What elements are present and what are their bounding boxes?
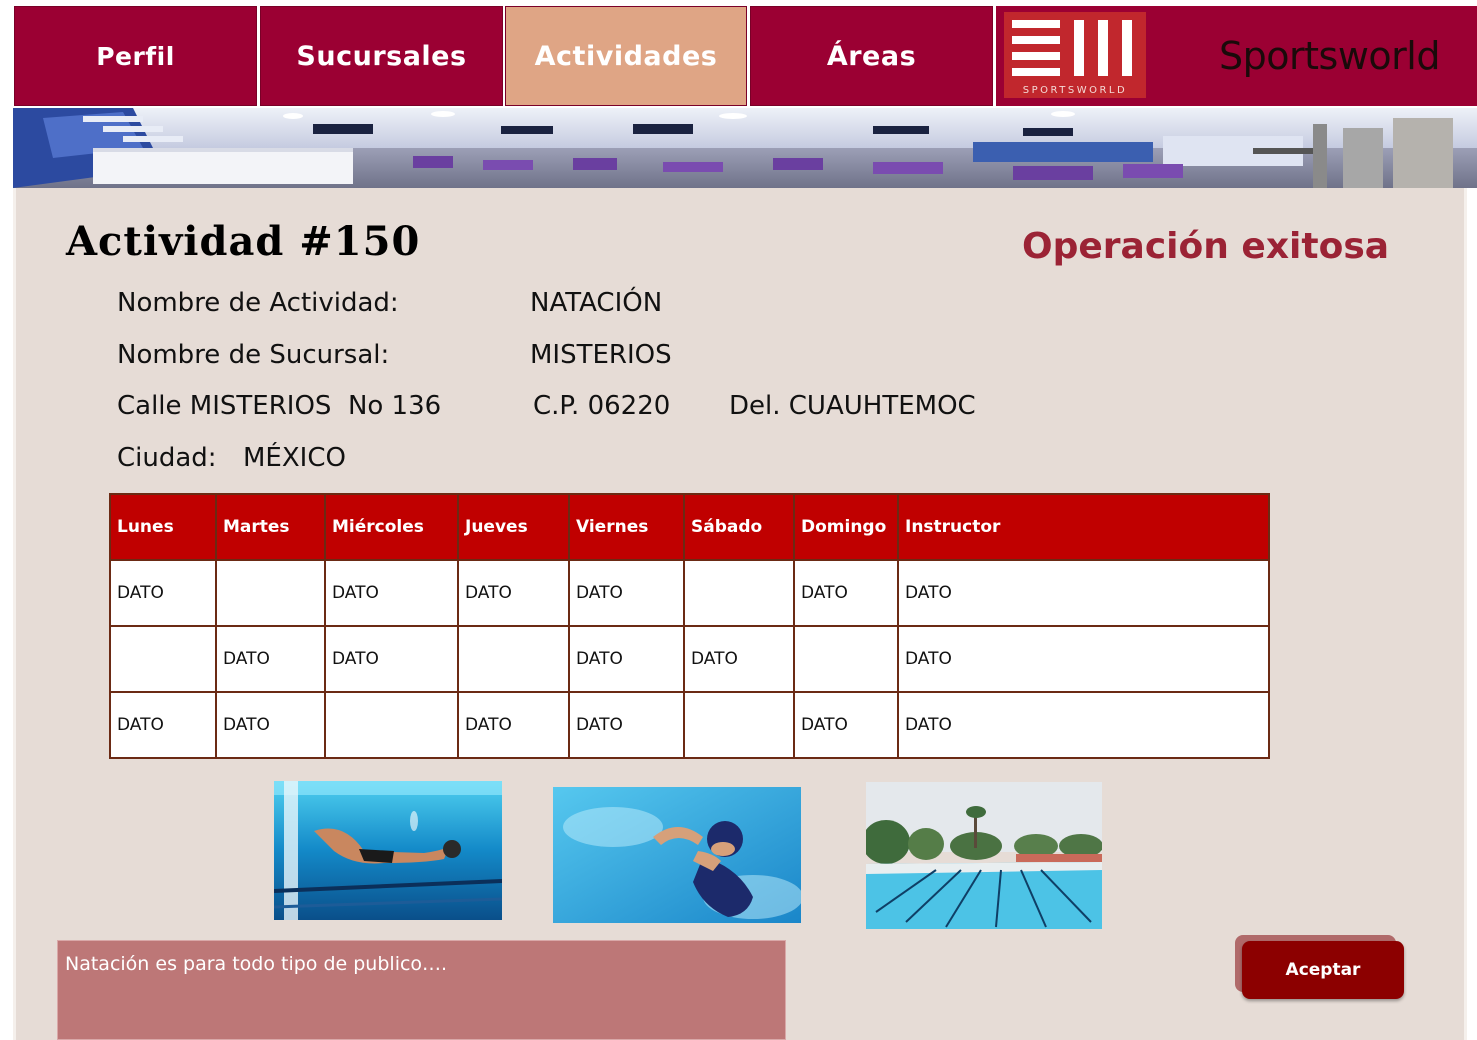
top-navigation: Perfil Sucursales Actividades Áreas SPOR… [14,6,1477,106]
header-jueves: Jueves [457,493,570,561]
table-cell: DATO [109,691,217,759]
tab-sucursales[interactable]: Sucursales [260,6,503,106]
table-cell [683,559,795,627]
schedule-table: Lunes Martes Miércoles Jueves Viernes Sá… [109,493,1270,759]
header-domingo: Domingo [793,493,899,561]
accept-button[interactable]: Aceptar [1242,941,1404,999]
table-cell [324,691,459,759]
brand-header: Sportsworld [1182,6,1477,106]
table-cell [215,559,326,627]
activity-name-label: Nombre de Actividad: [117,288,399,318]
table-cell: DATO [215,625,326,693]
description-text-area[interactable]: Natación es para todo tipo de publico…. [57,940,786,1040]
table-cell: DATO [457,691,570,759]
table-cell: DATO [897,691,1270,759]
table-cell: DATO [109,559,217,627]
table-cell: DATO [324,559,459,627]
table-cell: DATO [215,691,326,759]
table-cell: DATO [793,559,899,627]
gym-banner-image [13,108,1477,188]
status-message: Operación exitosa [1022,226,1390,267]
freestyle-swimmer-photo [553,787,801,923]
table-cell: DATO [793,691,899,759]
branch-name-value: MISTERIOS [530,340,672,370]
table-cell: DATO [897,625,1270,693]
branch-name-label: Nombre de Sucursal: [117,340,390,370]
logo-wordmark: SPORTSWORLD [1022,85,1128,96]
outdoor-pool-photo [866,782,1102,929]
table-row: DATO DATO DATO DATO DATO DATO [109,691,1270,759]
address-postal-code: C.P. 06220 [533,391,671,421]
underwater-swimmer-photo [274,781,502,920]
activity-title: Actividad #150 [66,218,421,265]
sportsworld-logo: SPORTSWORLD [1004,12,1146,98]
schedule-header-row: Lunes Martes Miércoles Jueves Viernes Sá… [109,493,1270,561]
header-instructor: Instructor [897,493,1270,561]
logo-container: SPORTSWORLD [996,6,1182,106]
tab-areas[interactable]: Áreas [750,6,993,106]
address-street: Calle MISTERIOS No 136 [117,391,442,421]
city-value: MÉXICO [243,443,346,473]
table-cell [683,691,795,759]
table-cell: DATO [568,691,685,759]
table-cell: DATO [568,625,685,693]
table-cell: DATO [897,559,1270,627]
table-cell: DATO [568,559,685,627]
header-sabado: Sábado [683,493,795,561]
table-cell [793,625,899,693]
table-cell: DATO [457,559,570,627]
address-delegation: Del. CUAUHTEMOC [729,391,976,421]
header-martes: Martes [215,493,326,561]
city-label: Ciudad: [117,443,217,473]
table-row: DATO DATO DATO DATO DATO DATO [109,559,1270,627]
table-row: DATO DATO DATO DATO DATO [109,625,1270,693]
header-miercoles: Miércoles [324,493,459,561]
table-cell [109,625,217,693]
table-cell: DATO [324,625,459,693]
brand-name: Sportsworld [1219,34,1440,78]
header-viernes: Viernes [568,493,685,561]
activity-name-value: NATACIÓN [530,288,663,318]
table-cell: DATO [683,625,795,693]
tab-perfil[interactable]: Perfil [14,6,257,106]
header-lunes: Lunes [109,493,217,561]
table-cell [457,625,570,693]
tab-actividades[interactable]: Actividades [505,6,747,106]
